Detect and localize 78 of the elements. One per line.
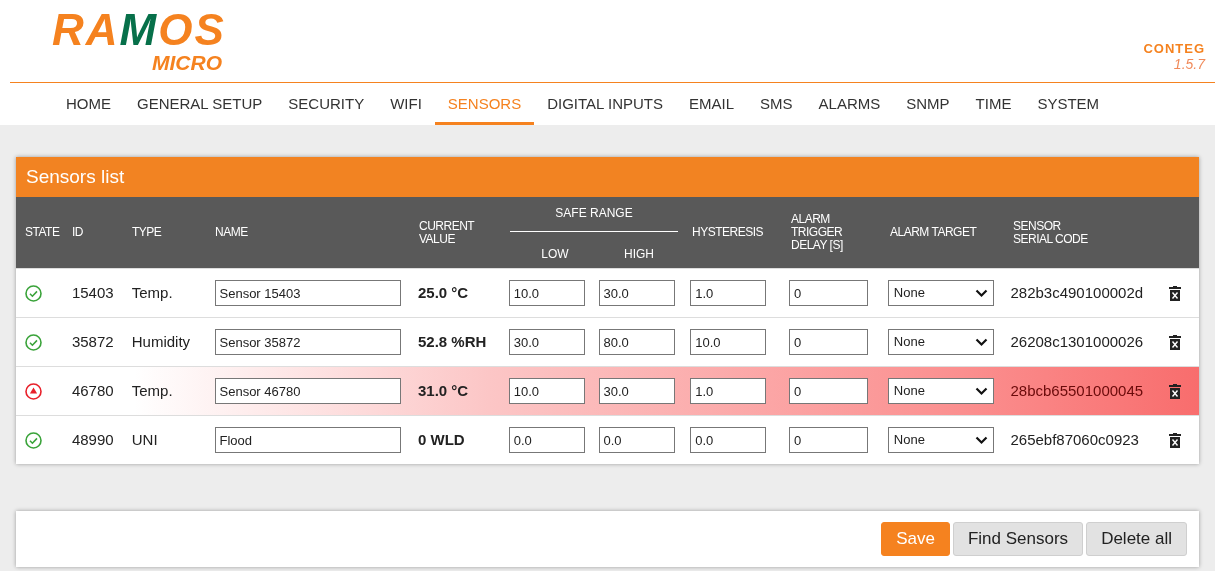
serial-code: 26208c1301000026 bbox=[1010, 333, 1144, 350]
column-header: SAFE RANGE bbox=[555, 206, 633, 220]
column-header: TYPE bbox=[132, 226, 163, 239]
column-header: HIGH bbox=[624, 247, 654, 261]
caret-icon bbox=[974, 386, 988, 396]
table-cell: Humidity bbox=[131, 333, 191, 350]
table-cell: 15403 bbox=[71, 284, 114, 301]
delay-field[interactable]: 0 bbox=[789, 378, 869, 404]
high-field[interactable]: 80.0 bbox=[598, 329, 675, 355]
table-cell: UNI bbox=[131, 431, 158, 448]
brand-logo: CONTEG bbox=[1143, 42, 1205, 56]
table-cell: 48990 bbox=[71, 431, 114, 448]
delete-icon[interactable] bbox=[1169, 285, 1182, 301]
high-field[interactable]: 30.0 bbox=[598, 280, 675, 306]
column-header: CURRENT VALUE bbox=[419, 219, 476, 246]
current-value: 25.0 °C bbox=[418, 284, 469, 301]
name-field[interactable]: Flood bbox=[214, 427, 401, 453]
column-header: ALARM TRIGGER DELAY [S] bbox=[791, 213, 844, 252]
logo: RAMOS bbox=[52, 8, 226, 52]
nav-tab[interactable]: TIME bbox=[962, 83, 1025, 125]
hysteresis-field[interactable]: 1.0 bbox=[690, 378, 767, 404]
alarm-target-dropdown[interactable]: None bbox=[887, 280, 994, 306]
column-header: STATE bbox=[25, 226, 61, 239]
delete-icon[interactable] bbox=[1169, 334, 1182, 350]
low-field[interactable]: 30.0 bbox=[508, 329, 585, 355]
nav-tab[interactable]: SMS bbox=[747, 83, 806, 125]
column-header: HYSTERESIS bbox=[692, 226, 765, 239]
version-label: 1.5.7 bbox=[1173, 56, 1205, 72]
serial-code: 28bcb65501000045 bbox=[1010, 382, 1144, 399]
alarm-target-dropdown[interactable]: None bbox=[887, 427, 994, 453]
current-value: 31.0 °C bbox=[418, 382, 469, 399]
action-button[interactable]: Delete all bbox=[1086, 522, 1187, 556]
delay-field[interactable]: 0 bbox=[789, 329, 869, 355]
hysteresis-field[interactable]: 0.0 bbox=[690, 427, 767, 453]
nav-tab[interactable]: SNMP bbox=[893, 83, 963, 125]
low-field[interactable]: 10.0 bbox=[508, 378, 585, 404]
nav-tab[interactable]: EMAIL bbox=[676, 83, 748, 125]
nav-tab[interactable]: SECURITY bbox=[275, 83, 378, 125]
column-header: NAME bbox=[215, 226, 249, 239]
nav-tab[interactable]: ALARMS bbox=[805, 83, 894, 125]
nav-tab[interactable]: SYSTEM bbox=[1024, 83, 1113, 125]
table-cell: 35872 bbox=[71, 333, 114, 350]
current-value: 52.8 %RH bbox=[418, 333, 487, 350]
low-field[interactable]: 10.0 bbox=[508, 280, 585, 306]
nav-tab[interactable]: WIFI bbox=[377, 83, 435, 125]
column-header: SENSOR SERIAL CODE bbox=[1013, 219, 1089, 246]
nav-tab[interactable]: DIGITAL INPUTS bbox=[534, 83, 677, 125]
serial-code: 282b3c490100002d bbox=[1010, 284, 1144, 301]
alarm-target-dropdown[interactable]: None bbox=[887, 329, 994, 355]
serial-code: 265ebf87060c0923 bbox=[1010, 431, 1139, 448]
logo-subtitle: MICRO bbox=[152, 52, 222, 74]
current-value: 0 WLD bbox=[418, 431, 465, 448]
panel-title: Sensors list bbox=[26, 164, 125, 189]
high-field[interactable]: 0.0 bbox=[598, 427, 675, 453]
action-button[interactable]: Find Sensors bbox=[952, 522, 1084, 556]
delay-field[interactable]: 0 bbox=[789, 427, 869, 453]
table-cell: 46780 bbox=[71, 382, 114, 399]
column-header: ALARM TARGET bbox=[890, 226, 978, 239]
hysteresis-field[interactable]: 10.0 bbox=[690, 329, 767, 355]
caret-icon bbox=[974, 337, 988, 347]
hysteresis-field[interactable]: 1.0 bbox=[690, 280, 767, 306]
high-field[interactable]: 30.0 bbox=[598, 378, 675, 404]
delete-icon[interactable] bbox=[1169, 432, 1182, 448]
column-header: LOW bbox=[541, 247, 569, 261]
low-field[interactable]: 0.0 bbox=[508, 427, 585, 453]
name-field[interactable]: Sensor 15403 bbox=[214, 280, 401, 306]
nav-tab[interactable]: HOME bbox=[53, 83, 124, 125]
table-cell: Temp. bbox=[131, 382, 173, 399]
delete-icon[interactable] bbox=[1169, 383, 1182, 399]
name-field[interactable]: Sensor 46780 bbox=[214, 378, 401, 404]
caret-icon bbox=[974, 435, 988, 445]
caret-icon bbox=[974, 288, 988, 298]
delay-field[interactable]: 0 bbox=[789, 280, 869, 306]
nav-tab[interactable]: GENERAL SETUP bbox=[124, 83, 276, 125]
alarm-target-dropdown[interactable]: None bbox=[887, 378, 994, 404]
column-header: ID bbox=[72, 226, 84, 239]
name-field[interactable]: Sensor 35872 bbox=[214, 329, 401, 355]
table-cell: Temp. bbox=[131, 284, 173, 301]
